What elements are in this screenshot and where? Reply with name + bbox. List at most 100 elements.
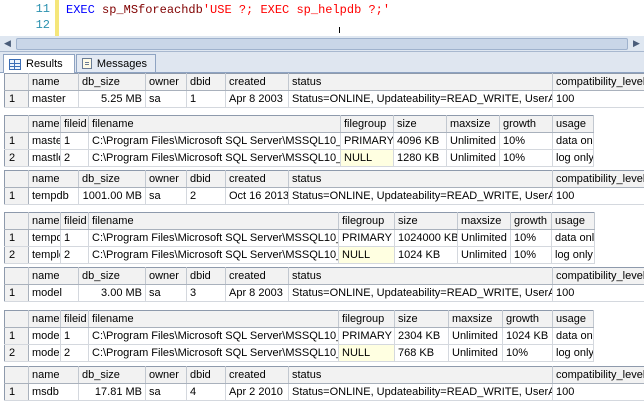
column-header[interactable]: status bbox=[288, 366, 553, 384]
grid-cell[interactable]: 4096 KB bbox=[393, 132, 447, 150]
query-editor[interactable]: 11 12 EXEC sp_MSforeachdb'USE ?; EXEC sp… bbox=[0, 0, 644, 37]
row-number[interactable]: 1 bbox=[4, 187, 29, 205]
grid-cell[interactable]: log only bbox=[551, 246, 595, 264]
column-header[interactable]: fileid bbox=[60, 310, 89, 328]
grid-cell[interactable]: tempdev bbox=[28, 229, 61, 247]
table-row[interactable]: 2templog2C:\Program Files\Microsoft SQL … bbox=[4, 246, 595, 264]
column-header[interactable]: size bbox=[394, 212, 458, 230]
column-header[interactable]: usage bbox=[552, 115, 594, 133]
grid-cell[interactable]: NULL bbox=[340, 149, 394, 167]
grid-cell[interactable]: NULL bbox=[338, 246, 395, 264]
column-header[interactable]: compatibility_level bbox=[552, 366, 644, 384]
row-number[interactable]: 1 bbox=[4, 90, 29, 108]
database-result-grid[interactable]: name db_size owner dbid created status compati… bbox=[4, 73, 644, 108]
column-header[interactable]: compatibility_level bbox=[552, 170, 644, 188]
column-header[interactable]: growth bbox=[510, 212, 552, 230]
column-header[interactable]: usage bbox=[551, 212, 595, 230]
results-pane[interactable]: name db_size owner dbid created status compati… bbox=[0, 73, 644, 408]
row-number[interactable]: 2 bbox=[4, 246, 29, 264]
grid-cell[interactable]: 10% bbox=[510, 246, 552, 264]
column-header[interactable]: maxsize bbox=[446, 115, 500, 133]
grid-cell[interactable]: Apr 2 2010 bbox=[225, 383, 289, 401]
grid-cell[interactable]: 2304 KB bbox=[394, 327, 449, 345]
grid-cell[interactable]: 1001.00 MB bbox=[78, 187, 146, 205]
column-header[interactable]: dbid bbox=[186, 366, 226, 384]
column-header[interactable]: owner bbox=[145, 170, 187, 188]
code-line[interactable]: EXEC sp_MSforeachdb'USE ?; EXEC sp_helpd… bbox=[66, 3, 390, 17]
row-number[interactable]: 2 bbox=[4, 149, 29, 167]
grid-cell[interactable]: 100 bbox=[552, 90, 644, 108]
grid-cell[interactable]: Apr 8 2003 bbox=[225, 284, 289, 302]
grid-cell[interactable]: C:\Program Files\Microsoft SQL Server\MS… bbox=[88, 327, 339, 345]
grid-cell[interactable]: 2 bbox=[60, 149, 89, 167]
grid-cell[interactable]: 100 bbox=[552, 383, 644, 401]
grid-cell[interactable]: 3 bbox=[186, 284, 226, 302]
column-header[interactable]: name bbox=[28, 366, 79, 384]
grid-cell[interactable]: 10% bbox=[510, 229, 552, 247]
column-header[interactable]: usage bbox=[552, 310, 594, 328]
grid-cell[interactable]: data only bbox=[552, 327, 594, 345]
grid-corner[interactable] bbox=[4, 366, 29, 384]
table-row[interactable]: 1 master 5.25 MB sa 1 Apr 8 2003 Status=ONLINE… bbox=[4, 90, 644, 108]
column-header[interactable]: status bbox=[288, 267, 553, 285]
grid-corner[interactable] bbox=[4, 267, 29, 285]
grid-cell[interactable]: C:\Program Files\Microsoft SQL Server\MS… bbox=[88, 132, 341, 150]
table-row[interactable]: 1 msdb 17.81 MB sa 4 Apr 2 2010 Status=ONLINE,… bbox=[4, 383, 644, 401]
column-header[interactable]: fileid bbox=[60, 115, 89, 133]
column-header[interactable]: owner bbox=[145, 73, 187, 91]
column-header[interactable]: created bbox=[225, 366, 289, 384]
grid-cell[interactable]: 768 KB bbox=[394, 344, 449, 362]
column-header[interactable]: filename bbox=[88, 115, 341, 133]
grid-cell[interactable]: 1 bbox=[60, 327, 89, 345]
column-header[interactable]: compatibility_level bbox=[552, 267, 644, 285]
grid-cell[interactable]: log only bbox=[552, 149, 594, 167]
grid-cell[interactable]: PRIMARY bbox=[340, 132, 394, 150]
row-number[interactable]: 1 bbox=[4, 327, 29, 345]
tab-messages[interactable]: Messages bbox=[76, 54, 156, 72]
grid-cell[interactable]: Status=ONLINE, Updateability=READ_WRITE,… bbox=[288, 284, 553, 302]
column-header[interactable]: db_size bbox=[78, 366, 146, 384]
table-row[interactable]: 1master1C:\Program Files\Microsoft SQL S… bbox=[4, 132, 594, 150]
grid-cell[interactable]: master bbox=[28, 90, 79, 108]
grid-cell[interactable]: 1024 KB bbox=[394, 246, 458, 264]
file-result-grid[interactable]: name fileid filename filegroup size maxsize gr… bbox=[4, 310, 594, 362]
database-result-grid[interactable]: name db_size owner dbid created status compati… bbox=[4, 170, 644, 205]
grid-cell[interactable]: 10% bbox=[502, 344, 553, 362]
column-header[interactable]: db_size bbox=[78, 267, 146, 285]
grid-cell[interactable]: Unlimited bbox=[457, 229, 511, 247]
grid-cell[interactable]: 1024 KB bbox=[502, 327, 553, 345]
grid-cell[interactable]: templog bbox=[28, 246, 61, 264]
grid-cell[interactable]: model bbox=[28, 284, 79, 302]
grid-cell[interactable]: modellog bbox=[28, 344, 61, 362]
grid-cell[interactable]: data only bbox=[551, 229, 595, 247]
column-header[interactable]: maxsize bbox=[457, 212, 511, 230]
column-header[interactable]: name bbox=[28, 73, 79, 91]
file-result-grid[interactable]: name fileid filename filegroup size maxsize gr… bbox=[4, 115, 594, 167]
column-header[interactable]: filename bbox=[88, 212, 339, 230]
grid-cell[interactable]: log only bbox=[552, 344, 594, 362]
grid-cell[interactable]: 100 bbox=[552, 187, 644, 205]
column-header[interactable]: size bbox=[393, 115, 447, 133]
table-row[interactable]: 1 tempdb 1001.00 MB sa 2 Oct 16 2013 Status=ON… bbox=[4, 187, 644, 205]
grid-cell[interactable]: C:\Program Files\Microsoft SQL Server\MS… bbox=[88, 246, 339, 264]
table-row[interactable]: 1 model 3.00 MB sa 3 Apr 8 2003 Status=ONLINE,… bbox=[4, 284, 644, 302]
column-header[interactable]: filegroup bbox=[340, 115, 394, 133]
file-result-grid[interactable]: name fileid filename filegroup size maxsize gr… bbox=[4, 212, 595, 264]
grid-cell[interactable]: Apr 8 2003 bbox=[225, 90, 289, 108]
database-result-grid[interactable]: name db_size owner dbid created status compati… bbox=[4, 267, 644, 302]
column-header[interactable]: growth bbox=[502, 310, 553, 328]
grid-cell[interactable]: master bbox=[28, 132, 61, 150]
grid-cell[interactable]: 5.25 MB bbox=[78, 90, 146, 108]
row-number[interactable]: 1 bbox=[4, 229, 29, 247]
grid-cell[interactable]: 4 bbox=[186, 383, 226, 401]
column-header[interactable]: status bbox=[288, 73, 553, 91]
grid-corner[interactable] bbox=[4, 170, 29, 188]
grid-cell[interactable]: 2 bbox=[60, 344, 89, 362]
grid-cell[interactable]: sa bbox=[145, 187, 187, 205]
column-header[interactable]: name bbox=[28, 267, 79, 285]
column-header[interactable]: fileid bbox=[60, 212, 89, 230]
grid-cell[interactable]: 1280 KB bbox=[393, 149, 447, 167]
tab-results[interactable]: Results bbox=[3, 54, 75, 73]
table-row[interactable]: 2mastlog2C:\Program Files\Microsoft SQL … bbox=[4, 149, 594, 167]
column-header[interactable]: created bbox=[225, 73, 289, 91]
